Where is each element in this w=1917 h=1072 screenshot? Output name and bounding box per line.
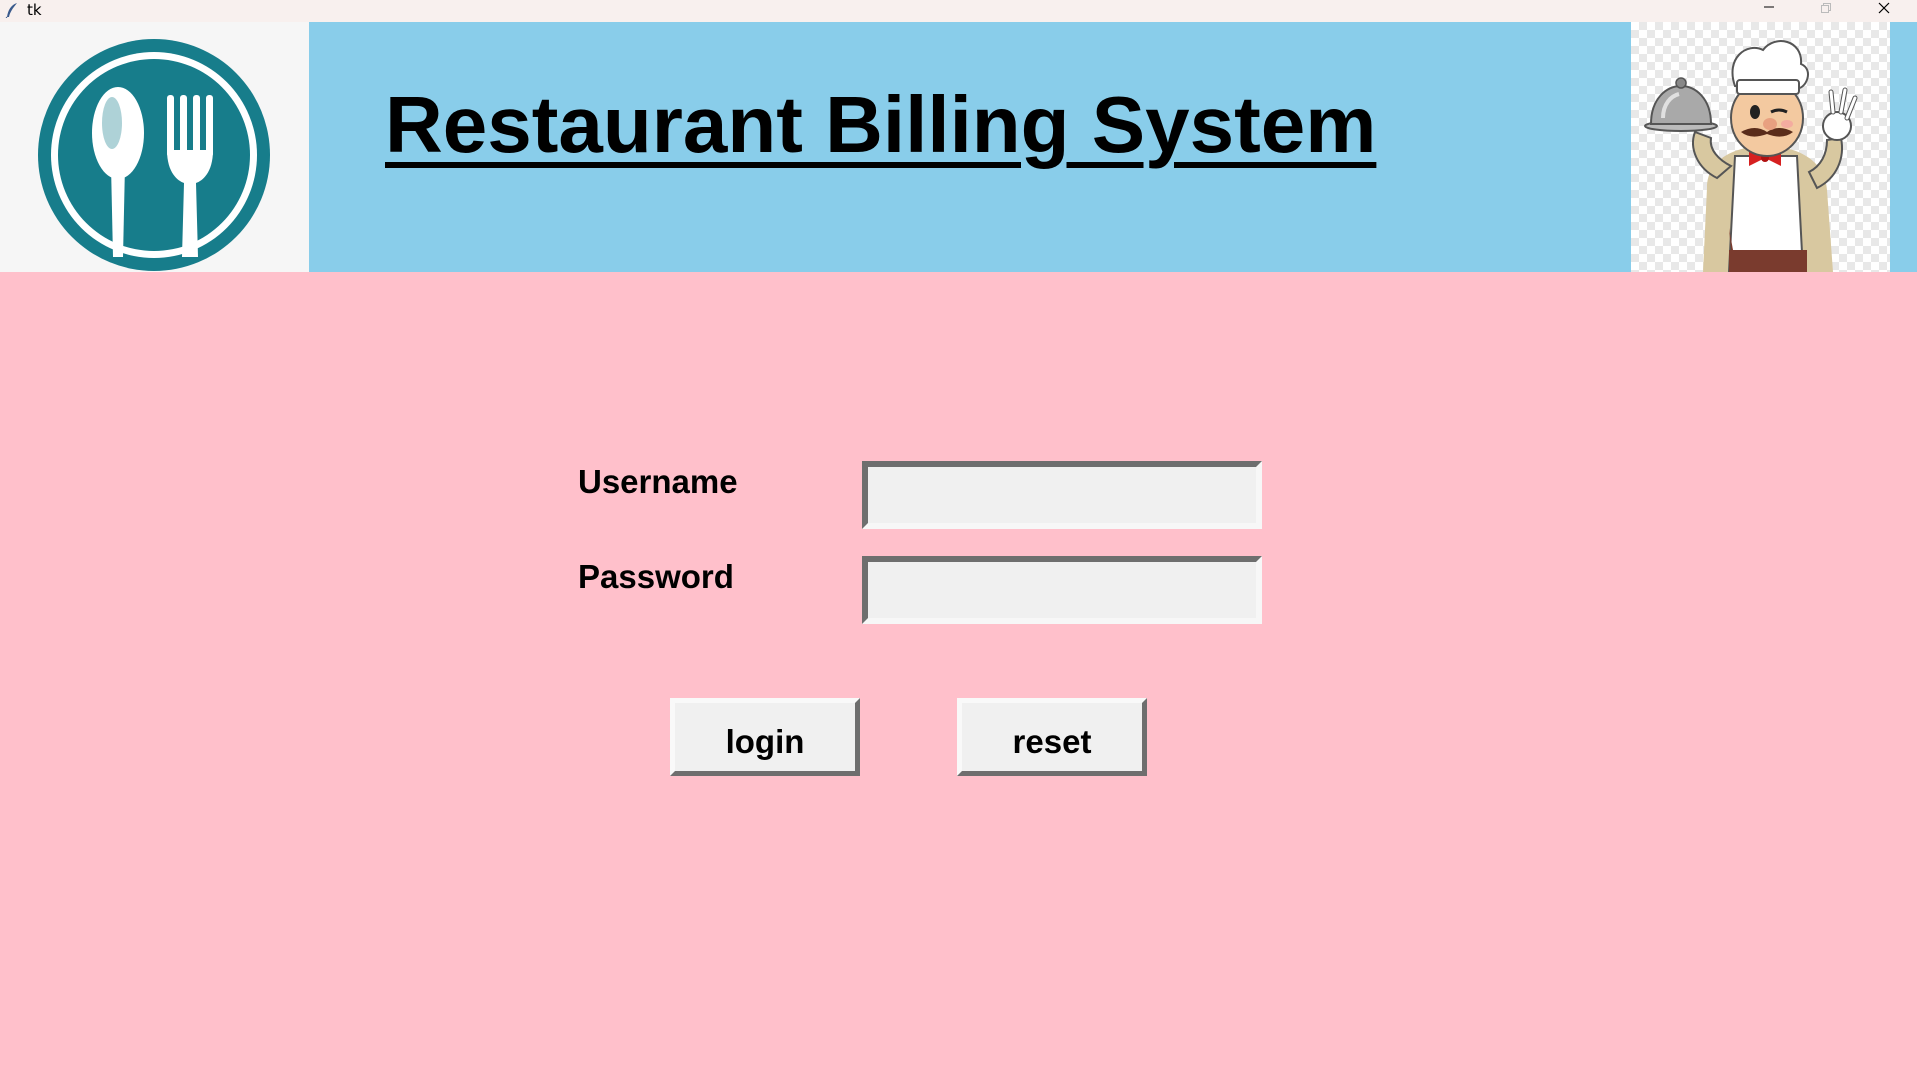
maximize-button[interactable] [1803, 0, 1849, 22]
close-icon [1878, 2, 1890, 14]
chef-mascot-panel [1631, 22, 1890, 272]
app-title: Restaurant Billing System [385, 80, 1377, 169]
window-title: tk [27, 1, 42, 19]
username-label: Username [578, 463, 738, 500]
reset-button[interactable]: reset [957, 698, 1147, 776]
username-input[interactable] [862, 461, 1262, 529]
minimize-button[interactable] [1746, 0, 1792, 22]
minimize-icon [1764, 6, 1774, 8]
close-button[interactable] [1861, 0, 1907, 22]
password-input[interactable] [862, 556, 1262, 624]
login-button[interactable]: login [670, 698, 860, 776]
chef-holding-cloche-icon [1644, 40, 1858, 272]
maximize-icon [1821, 3, 1831, 13]
window-titlebar: tk [0, 0, 1917, 22]
logo-panel [0, 22, 309, 272]
tk-feather-icon [5, 3, 17, 18]
spoon-fork-icon [38, 39, 270, 271]
password-label: Password [578, 558, 734, 595]
header-banner: Restaurant Billing System [0, 22, 1917, 272]
